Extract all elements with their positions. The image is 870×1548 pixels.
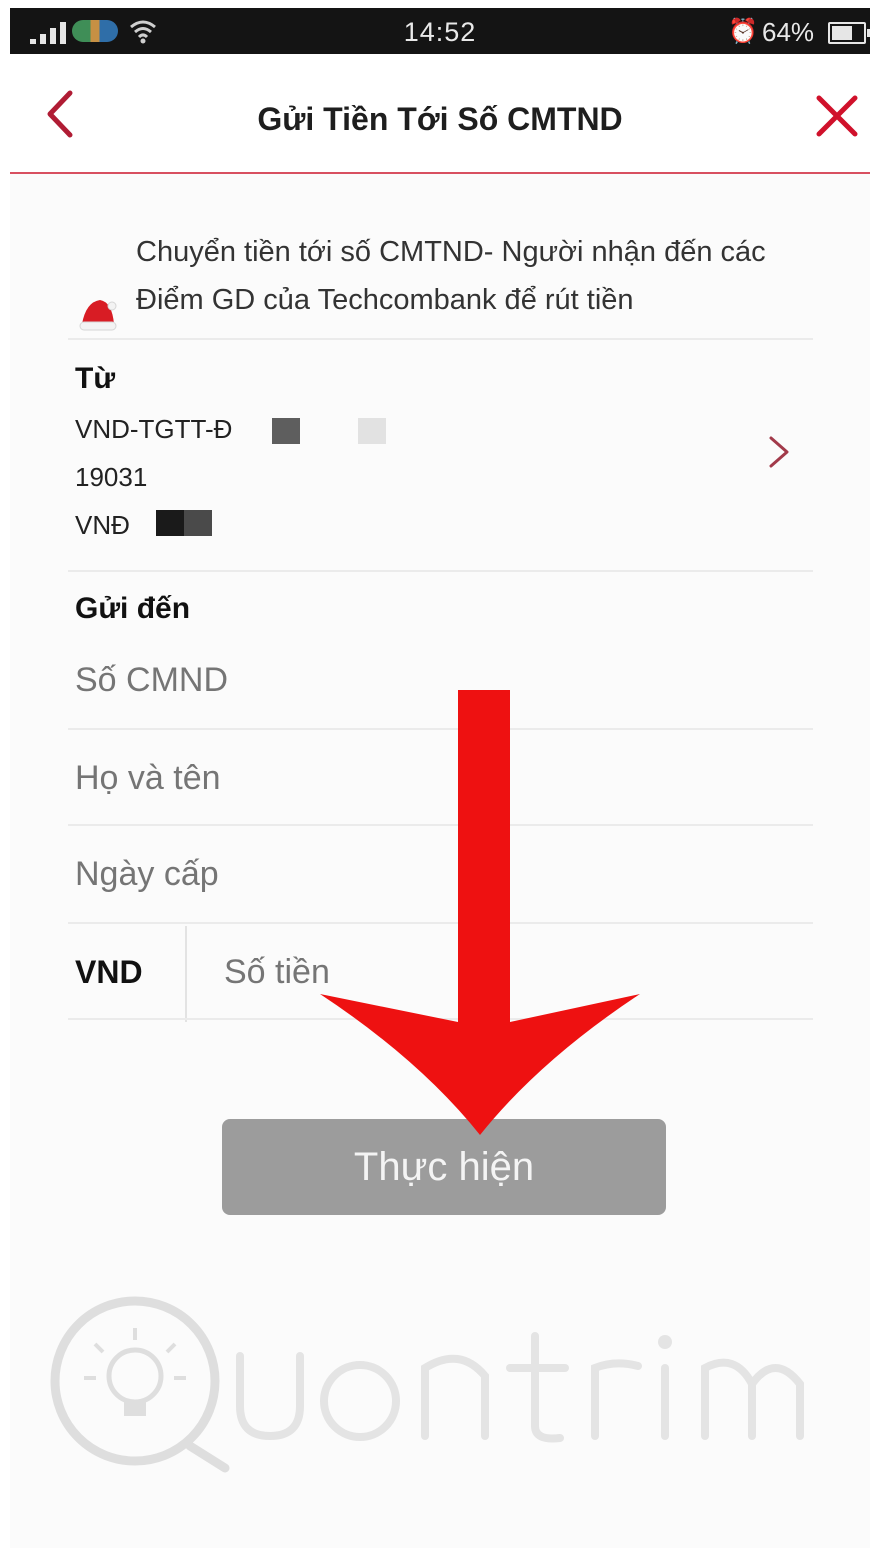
app-screen: 14:52 ⏰ 64% Gửi Tiền Tới Số CMTND Chuyển… [0,0,870,1548]
divider [68,728,813,730]
currency-label: VND [75,954,143,990]
masked-info [358,418,386,444]
account-number: 19031 [75,462,148,492]
from-label: Từ [75,362,116,395]
account-balance-currency: VNĐ [75,510,130,540]
to-label: Gửi đến [75,592,191,625]
divider [68,570,813,572]
full-name-input[interactable] [75,756,795,800]
notice-text: Chuyển tiền tới số CMTND- Người nhận đến… [136,236,766,316]
battery-icon [828,22,870,44]
divider [68,824,813,826]
santa-hat-icon [78,296,118,334]
watermark-logo [40,1296,870,1476]
divider [68,338,813,340]
battery-percent: 64% [762,17,815,47]
divider [68,1018,813,1020]
divider [185,926,187,1022]
app-header: Gửi Tiền Tới Số CMTND [10,54,870,174]
close-icon [816,95,858,137]
amount-input[interactable] [224,950,804,994]
account-name: VND-TGTT-Đ [75,414,233,444]
issue-date-input[interactable] [75,852,795,896]
masked-balance [156,510,212,536]
page-title: Gửi Tiền Tới Số CMTND [257,101,623,137]
status-bar: 14:52 ⏰ 64% [10,8,870,54]
close-button[interactable] [815,94,859,138]
alarm-icon: ⏰ [728,18,758,45]
divider [68,922,813,924]
id-number-input[interactable] [75,658,795,702]
chevron-right-icon [765,432,793,472]
masked-info [272,418,300,444]
submit-button[interactable]: Thực hiện [222,1119,666,1215]
